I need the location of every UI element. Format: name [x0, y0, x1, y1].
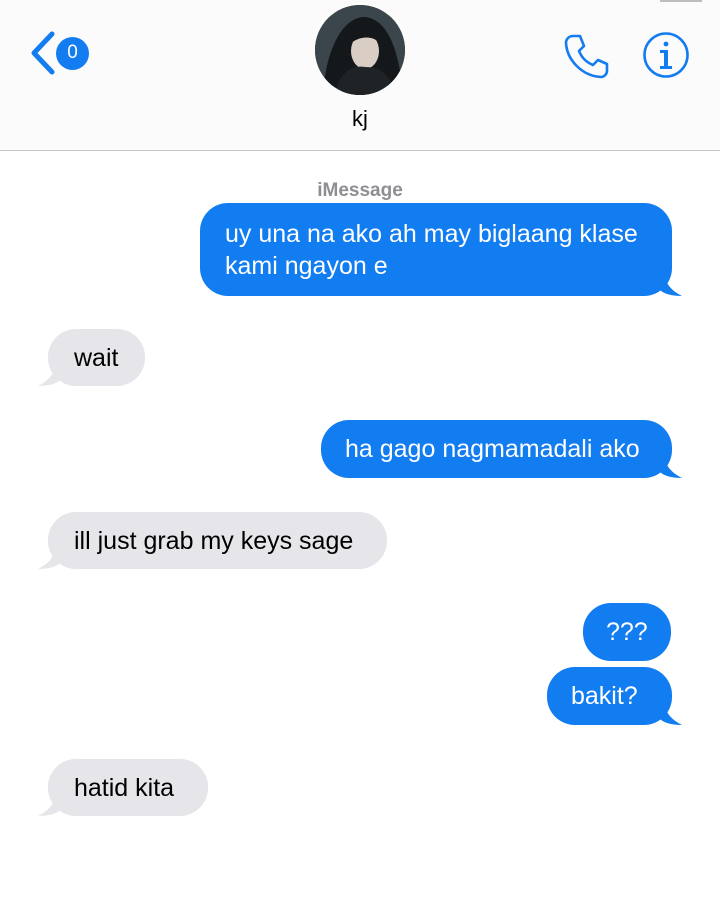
bubble-tail	[38, 360, 60, 386]
back-button[interactable]: 0	[28, 28, 89, 78]
avatar-photo	[315, 5, 405, 95]
message-text: ha gago nagmamadali ako	[345, 435, 640, 463]
status-bar-fragment	[660, 0, 702, 2]
received-message-bubble[interactable]: ill just grab my keys sage	[38, 512, 387, 569]
sent-message-bubble[interactable]: uy una na ako ah may biglaang klase kami…	[200, 203, 682, 296]
message-text: hatid kita	[74, 774, 175, 802]
bubble-tail	[38, 543, 60, 569]
back-chevron-icon	[31, 31, 55, 75]
message-text: ???	[606, 618, 648, 646]
message-text: bakit?	[571, 682, 638, 710]
conversation-header: 0 kj	[0, 0, 720, 151]
sent-message-bubble[interactable]: bakit?	[547, 667, 682, 725]
bubble-tail	[660, 270, 682, 296]
contact-name[interactable]: kj	[0, 106, 720, 132]
received-message-bubble[interactable]: hatid kita	[38, 759, 208, 816]
message-text: wait	[74, 344, 119, 372]
call-button[interactable]	[562, 32, 610, 85]
bubble-tail	[660, 699, 682, 725]
message-text: ill just grab my keys sage	[74, 527, 354, 555]
phone-icon	[564, 34, 609, 79]
bubble-tail	[38, 790, 60, 816]
message-text: uy una na ako ah may biglaang klase kami…	[225, 220, 638, 280]
sent-message-bubble[interactable]: ???	[583, 603, 671, 661]
sent-message-bubble[interactable]: ha gago nagmamadali ako	[321, 420, 682, 478]
received-message-bubble[interactable]: wait	[38, 329, 145, 386]
service-label: iMessage	[317, 180, 403, 201]
unread-badge: 0	[56, 36, 89, 70]
contact-avatar[interactable]	[315, 5, 405, 95]
bubble-tail	[660, 452, 682, 478]
info-icon	[643, 32, 689, 78]
info-button[interactable]	[642, 31, 690, 84]
